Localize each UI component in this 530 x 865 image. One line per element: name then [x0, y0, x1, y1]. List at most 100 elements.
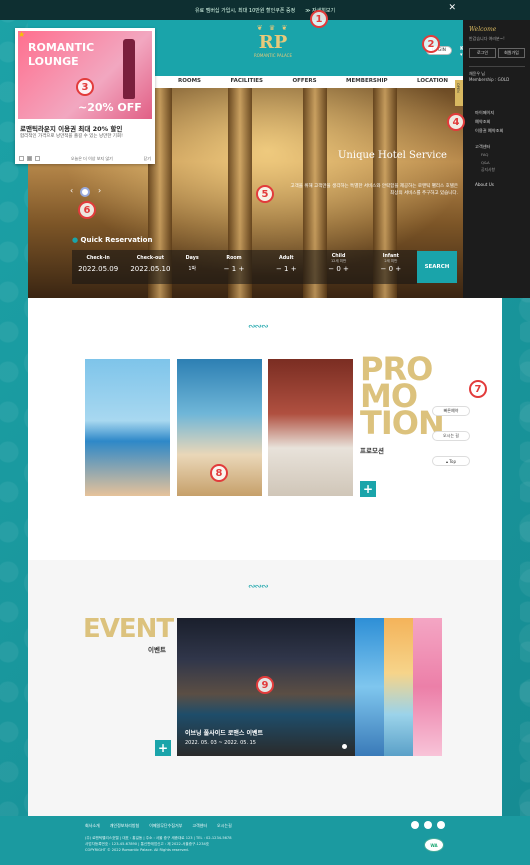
- main-menu-links: ROOMS FACILITIES OFFERS MEMBERSHIP LOCAT…: [178, 78, 448, 84]
- annotation-marker-7: 7: [469, 380, 487, 398]
- days-field: Days 1박: [177, 250, 208, 284]
- sidebar-item-support[interactable]: 고객센터: [475, 142, 525, 151]
- checkin-label: Check-in: [86, 256, 110, 261]
- promo-popup: ROMANTIC LOUNGE ~20% OFF ★ 로맨틱라운지 이용권 최대 …: [15, 28, 155, 164]
- checkout-value[interactable]: 2022.05.10: [124, 265, 176, 273]
- room-value: 1: [231, 265, 237, 273]
- sidebar-join-button[interactable]: 회원가입: [498, 48, 525, 58]
- instagram-icon[interactable]: [424, 821, 432, 829]
- child-sublabel: 12세 미만: [330, 259, 347, 263]
- minus-icon[interactable]: −: [380, 265, 386, 273]
- popup-description: 합리적인 가격으로 낭만적을 즐길 수 있는 낭만한 기회!: [20, 134, 123, 139]
- infant-stepper[interactable]: Infant 2세 미만 − 0 +: [365, 250, 417, 284]
- footer-link-support[interactable]: 고객센터: [192, 823, 207, 829]
- popup-close[interactable]: 닫기: [144, 156, 151, 162]
- annotation-marker-6: 6: [78, 201, 96, 219]
- member-sidebar: Welcome 반갑습니다 여러분~! 로그인 회원가입 채윤우 님 Membe…: [463, 20, 530, 298]
- child-value: 0: [336, 265, 341, 273]
- footer-company-info: (주) 로맨틱팰리스호텔 | 대표 : 홍길동 | 주소 : 서울 중구 세종대…: [85, 836, 231, 853]
- popup-image[interactable]: ROMANTIC LOUNGE ~20% OFF: [18, 31, 152, 119]
- web-accessibility-badge: WA: [424, 838, 444, 852]
- promotion-image-room[interactable]: [268, 359, 353, 496]
- adult-value: 1: [284, 265, 289, 273]
- promo-heading-line3: TION: [360, 404, 445, 443]
- infant-value: 0: [388, 265, 394, 273]
- qr-title-text: Quick Reservation: [80, 236, 153, 244]
- search-button[interactable]: SEARCH: [417, 251, 457, 283]
- sidebar-menu: 마이페이지 예약조회 이용권 예약조회 고객센터 FAQ Q&A 공지사항 Ab…: [475, 108, 525, 189]
- facebook-icon[interactable]: [411, 821, 419, 829]
- footer-link-location[interactable]: 오시는길: [217, 823, 232, 829]
- minus-icon[interactable]: −: [328, 265, 334, 273]
- sidebar-item-voucher[interactable]: 이용권 예약조회: [475, 126, 525, 135]
- plus-icon[interactable]: +: [343, 265, 349, 273]
- sidebar-item-mypage[interactable]: 마이페이지: [475, 108, 525, 117]
- footer-link-email[interactable]: 이메일무단수집거부: [149, 823, 182, 829]
- popup-img-offer: ~20% OFF: [78, 101, 142, 114]
- event-thumb-beach[interactable]: [384, 618, 413, 756]
- popup-no-show[interactable]: 오늘은 더 이상 보지 않기: [71, 156, 113, 162]
- sidebar-login-button[interactable]: 로그인: [469, 48, 496, 58]
- sidebar-item-about[interactable]: About Us: [475, 180, 525, 189]
- promotion-image-beach[interactable]: [85, 359, 170, 496]
- event-indicator[interactable]: [342, 744, 347, 749]
- ornament-icon: ∾∾∾: [248, 322, 269, 332]
- promotion-subheading: 프로모션: [360, 447, 384, 455]
- star-icon: ★: [18, 30, 26, 39]
- popup-footer: 오늘은 더 이상 보지 않기 닫기: [19, 156, 151, 162]
- days-label: Days: [185, 256, 199, 261]
- slide-next-icon[interactable]: ›: [98, 186, 101, 195]
- plus-icon[interactable]: +: [395, 265, 401, 273]
- menu-location-link[interactable]: LOCATION: [417, 78, 448, 84]
- room-stepper[interactable]: Room − 1 +: [208, 250, 260, 284]
- adult-stepper[interactable]: Adult − 1 +: [260, 250, 312, 284]
- logo-text: RP: [258, 32, 288, 53]
- event-caption: 이브닝 풀사이드 로맨스 이벤트: [185, 730, 264, 737]
- pager-dot[interactable]: [19, 156, 24, 161]
- sidebar-toggle[interactable]: OPEN: [455, 80, 463, 106]
- promotion-more-button[interactable]: +: [360, 481, 376, 497]
- event-more-button[interactable]: +: [155, 740, 171, 756]
- footer-copyright: COPYRIGHT © 2022 Romantic Palace. All Ri…: [85, 847, 189, 852]
- checkout-field[interactable]: Check-out 2022.05.10: [124, 250, 176, 284]
- pager-dot[interactable]: [35, 156, 40, 161]
- sidebar-subitem-qna[interactable]: Q&A: [475, 159, 525, 167]
- room-label: Room: [226, 256, 242, 261]
- slide-prev-icon[interactable]: ‹: [70, 186, 73, 195]
- youtube-icon[interactable]: [437, 821, 445, 829]
- member-info: 채윤우 님 Membership : GOLD: [469, 66, 525, 83]
- footer-links: 회사소개 개인정보처리방침 이메일무단수집거부 고객센터 오시는길: [85, 823, 232, 829]
- menu-membership-link[interactable]: MEMBERSHIP: [346, 78, 388, 84]
- checkin-field[interactable]: Check-in 2022.05.09: [72, 250, 124, 284]
- footer-link-about[interactable]: 회사소개: [85, 823, 100, 829]
- logo[interactable]: ❦ ♛ ❦ RP ROMANTIC PALACE: [218, 24, 328, 70]
- footer-link-privacy[interactable]: 개인정보처리방침: [110, 823, 139, 829]
- checkin-value[interactable]: 2022.05.09: [72, 265, 124, 273]
- hero-title: Unique Hotel Service: [338, 150, 447, 161]
- menu-facilities-link[interactable]: FACILITIES: [230, 78, 263, 84]
- annotation-marker-4: 4: [447, 113, 465, 131]
- hero-description: 고객을 위해 고객만을 생각하는 특별한 서비스와 안락함을 제공하는 로맨틱 …: [290, 184, 458, 196]
- close-icon[interactable]: ✕: [448, 3, 456, 13]
- menu-offers-link[interactable]: OFFERS: [292, 78, 316, 84]
- pager-dot[interactable]: [27, 156, 32, 161]
- event-thumb-sea[interactable]: [355, 618, 384, 756]
- event-thumb-drinks[interactable]: [413, 618, 442, 756]
- quick-link-directions[interactable]: 오시는 길: [432, 431, 470, 441]
- wine-bottle-icon: [123, 39, 135, 99]
- top-notice-text: 유료 멤버십 가입시, 최대 10만원 할인쿠폰 증정: [194, 7, 296, 14]
- minus-icon[interactable]: −: [276, 265, 282, 273]
- slide-indicator[interactable]: [80, 187, 90, 197]
- plus-icon[interactable]: +: [291, 265, 297, 273]
- plus-icon[interactable]: +: [238, 265, 244, 273]
- sidebar-subitem-faq[interactable]: FAQ: [475, 151, 525, 159]
- event-heading: EVENT: [83, 614, 174, 644]
- child-stepper[interactable]: Child 12세 미만 − 0 +: [312, 250, 364, 284]
- sidebar-item-reservation[interactable]: 예약조회: [475, 117, 525, 126]
- quick-link-top-label: Top: [449, 458, 457, 464]
- menu-rooms-link[interactable]: ROOMS: [178, 78, 201, 84]
- quick-link-top[interactable]: ▴ Top: [432, 456, 470, 466]
- minus-icon[interactable]: −: [224, 265, 230, 273]
- sidebar-subitem-notice[interactable]: 공지사항: [475, 166, 525, 174]
- quick-link-reserve[interactable]: 빠른예약: [432, 406, 470, 416]
